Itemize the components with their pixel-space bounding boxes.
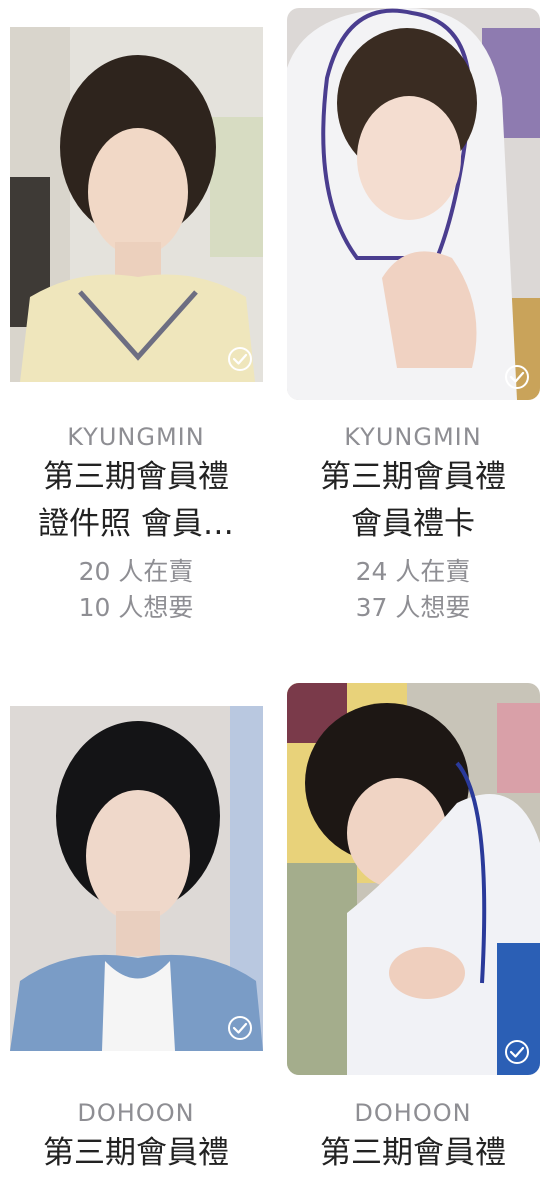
check-circle-icon[interactable] [504,364,530,390]
artist-name: KYUNGMIN [67,423,205,451]
check-circle-icon[interactable] [227,346,253,372]
selling-count: 20 人在賣 [78,557,194,586]
photocard-image[interactable] [10,706,263,1051]
artist-name: DOHOON [77,1099,195,1127]
artist-name: DOHOON [354,1099,472,1127]
card-title-line1: 第三期會員禮 [43,1135,229,1171]
artist-name: KYUNGMIN [344,423,482,451]
wanting-count: 10 人想要 [78,593,194,622]
photocard-info: DOHOON 第三期會員禮 [6,1096,266,1177]
photocard-grid: KYUNGMIN 第三期會員禮 證件照 會員… 20 人在賣 10 人想要 KY… [0,0,555,1183]
photocard-info: KYUNGMIN 第三期會員禮 證件照 會員… 20 人在賣 10 人想要 [6,420,266,626]
photocard-image[interactable] [10,27,263,382]
photocard-image[interactable] [287,8,540,400]
card-title-line1: 第三期會員禮 [43,459,229,495]
photocard-info: DOHOON 第三期會員禮 [283,1096,543,1177]
card-title-line1: 第三期會員禮 [320,459,506,495]
check-circle-icon[interactable] [504,1039,530,1065]
check-circle-icon[interactable] [227,1015,253,1041]
card-title-line2: 證件照 會員… [38,506,234,542]
selling-count: 24 人在賣 [355,557,471,586]
photocard-info: KYUNGMIN 第三期會員禮 會員禮卡 24 人在賣 37 人想要 [283,420,543,626]
photocard-image[interactable] [287,683,540,1075]
wanting-count: 37 人想要 [355,593,471,622]
card-title-line2: 會員禮卡 [351,506,475,542]
card-title-line1: 第三期會員禮 [320,1135,506,1171]
